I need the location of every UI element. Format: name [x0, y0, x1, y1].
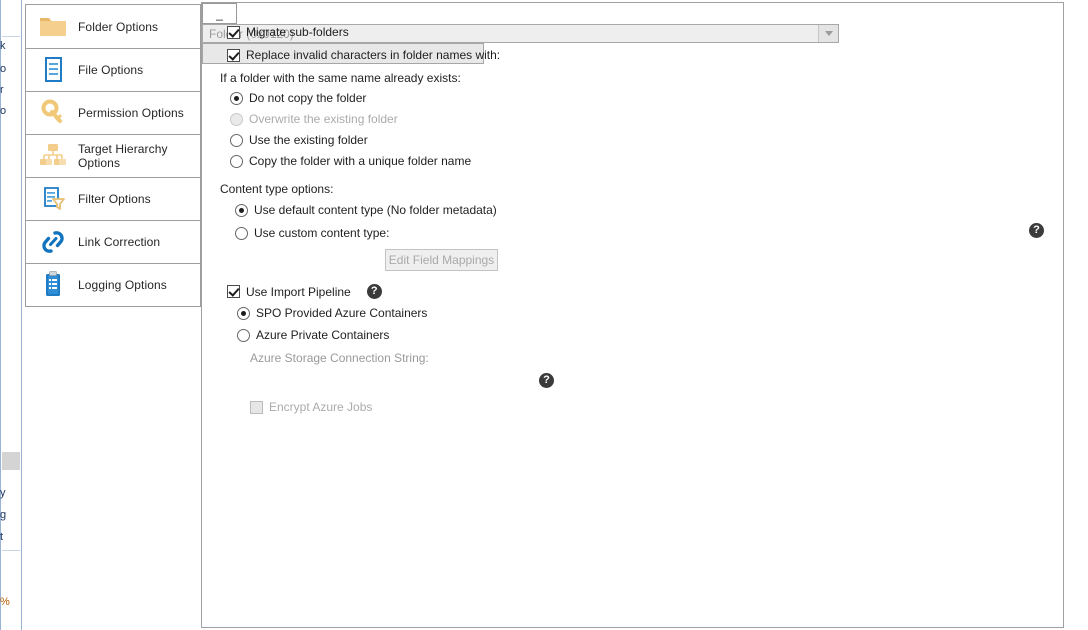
exists-option-label: Do not copy the folder	[249, 91, 367, 105]
encrypt-azure-jobs-row: Encrypt Azure Jobs	[250, 400, 372, 414]
background-text-fragment: t	[0, 531, 4, 543]
replacement-character-value: _	[216, 6, 223, 21]
content-type-heading: Content type options:	[220, 182, 334, 196]
sidebar-item-link-correction[interactable]: Link Correction	[26, 220, 200, 263]
use-import-pipeline-row[interactable]: Use Import Pipeline ?	[227, 284, 382, 299]
replace-invalid-characters-row[interactable]: Replace invalid characters in folder nam…	[227, 48, 500, 62]
document-funnel-icon	[38, 184, 68, 214]
encrypt-azure-jobs-checkbox	[250, 400, 263, 414]
azure-private-containers-row[interactable]: Azure Private Containers	[237, 328, 389, 342]
migrate-subfolders-label: Migrate sub-folders	[246, 25, 349, 39]
folder-icon	[38, 12, 68, 42]
sidebar-item-label: File Options	[78, 63, 144, 77]
migrate-subfolders-checkbox[interactable]	[227, 25, 240, 39]
sidebar-item-permission-options[interactable]: Permission Options	[26, 91, 200, 134]
folder-exists-heading: If a folder with the same name already e…	[220, 71, 461, 85]
exists-option-overwrite-radio	[230, 112, 243, 126]
exists-option-label: Use the existing folder	[249, 133, 368, 147]
content-type-custom-label: Use custom content type:	[254, 226, 390, 240]
background-text-fragment: o	[0, 105, 7, 117]
import-pipeline-help-icon[interactable]: ?	[366, 284, 382, 299]
sidebar-item-label: Permission Options	[78, 106, 184, 120]
migrate-subfolders-row[interactable]: Migrate sub-folders	[227, 25, 349, 39]
sidebar-item-label: Link Correction	[78, 235, 161, 249]
sidebar-item-target-hierarchy-options[interactable]: Target Hierarchy Options	[26, 134, 200, 177]
use-import-pipeline-label: Use Import Pipeline	[246, 284, 351, 299]
exists-option-unique-name[interactable]: Copy the folder with a unique folder nam…	[230, 154, 471, 168]
background-text-fragment: r	[0, 84, 4, 96]
content-type-custom-radio[interactable]	[235, 226, 248, 240]
sidebar-item-label: Filter Options	[78, 192, 151, 206]
document-icon	[38, 55, 68, 85]
background-text-fragment: g	[0, 509, 7, 521]
hierarchy-tree-icon	[38, 141, 68, 171]
azure-connection-string-help-icon[interactable]: ?	[539, 373, 554, 388]
exists-option-use-existing[interactable]: Use the existing folder	[230, 133, 368, 147]
spo-provided-containers-radio[interactable]	[237, 306, 250, 320]
folder-options-panel: Migrate sub-folders Replace invalid char…	[201, 2, 1064, 628]
exists-option-unique-name-radio[interactable]	[230, 154, 243, 168]
exists-option-do-not-copy[interactable]: Do not copy the folder	[230, 91, 366, 105]
azure-private-containers-radio[interactable]	[237, 328, 250, 342]
background-divider	[2, 36, 20, 37]
exists-option-label: Overwrite the existing folder	[249, 112, 398, 126]
background-highlight-band	[2, 452, 20, 470]
background-window-sliver: k o r o y g t %	[0, 0, 22, 630]
sidebar-item-folder-options[interactable]: Folder Options	[26, 5, 200, 48]
content-type-help-icon[interactable]: ?	[1029, 223, 1044, 238]
clipboard-list-icon	[38, 270, 68, 300]
chain-link-icon	[38, 227, 68, 257]
content-type-default-radio[interactable]	[235, 203, 248, 217]
exists-option-use-existing-radio[interactable]	[230, 133, 243, 147]
background-text-fragment: y	[0, 487, 6, 499]
background-text-fragment: %	[0, 596, 10, 608]
content-type-default-label: Use default content type (No folder meta…	[254, 203, 497, 217]
spo-provided-containers-row[interactable]: SPO Provided Azure Containers	[237, 306, 427, 320]
sidebar-item-logging-options[interactable]: Logging Options	[26, 263, 200, 306]
sidebar-item-label: Target Hierarchy Options	[78, 142, 168, 170]
edit-field-mappings-button[interactable]: Edit Field Mappings	[385, 249, 498, 271]
replace-invalid-characters-checkbox[interactable]	[227, 48, 240, 62]
key-icon	[38, 98, 68, 128]
exists-option-do-not-copy-radio[interactable]	[230, 91, 243, 105]
exists-option-overwrite: Overwrite the existing folder	[230, 112, 398, 126]
background-text-fragment: o	[0, 63, 7, 75]
sidebar-item-file-options[interactable]: File Options	[26, 48, 200, 91]
options-navigation-list: Folder Options File Options Permission O…	[25, 4, 201, 307]
sidebar-item-label: Logging Options	[78, 278, 167, 292]
replacement-character-input[interactable]: _	[202, 3, 237, 24]
use-import-pipeline-checkbox[interactable]	[227, 285, 240, 298]
container-option-label: SPO Provided Azure Containers	[256, 306, 428, 320]
exists-option-label: Copy the folder with a unique folder nam…	[249, 154, 472, 168]
edit-field-mappings-label: Edit Field Mappings	[388, 253, 495, 267]
chevron-down-icon[interactable]	[818, 25, 838, 42]
content-type-default-row[interactable]: Use default content type (No folder meta…	[235, 203, 497, 217]
background-text-fragment: k	[0, 40, 6, 52]
content-type-custom-row[interactable]: Use custom content type:	[235, 226, 389, 240]
container-option-label: Azure Private Containers	[256, 328, 390, 342]
background-divider	[2, 550, 20, 551]
sidebar-item-label: Folder Options	[78, 19, 159, 34]
encrypt-azure-jobs-label: Encrypt Azure Jobs	[269, 400, 373, 414]
azure-connection-string-label: Azure Storage Connection String:	[250, 351, 429, 365]
sidebar-item-filter-options[interactable]: Filter Options	[26, 177, 200, 220]
replace-invalid-characters-label: Replace invalid characters in folder nam…	[246, 48, 501, 62]
